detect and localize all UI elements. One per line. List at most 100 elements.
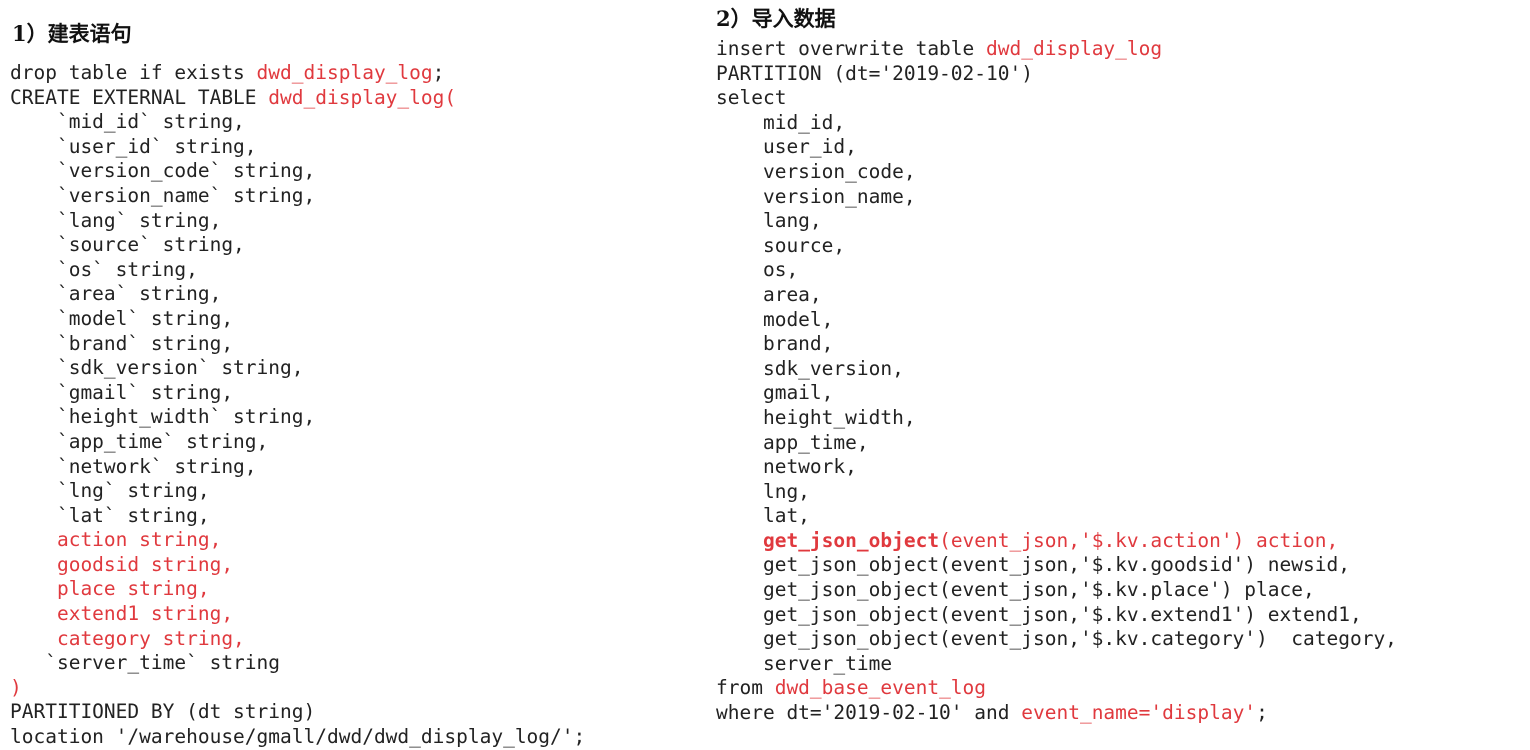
- code-line: where dt='2019-02-10' and event_name='di…: [716, 701, 1397, 726]
- code-token: CREATE EXTERNAL TABLE: [10, 85, 269, 109]
- highlighted-code-token: category string,: [10, 626, 245, 650]
- code-token: `lang` string,: [10, 208, 222, 232]
- highlighted-code-token: place string,: [10, 577, 210, 601]
- code-line: source,: [716, 234, 1397, 259]
- code-token: `lng` string,: [10, 479, 210, 503]
- code-line: extend1 string,: [10, 602, 585, 627]
- code-token: `os` string,: [10, 257, 198, 281]
- highlighted-code-token: dwd_display_log: [986, 37, 1163, 60]
- code-token: `server_time` string: [10, 651, 281, 675]
- highlighted-code-token: (event_json,'$.kv.action') action,: [939, 528, 1339, 552]
- highlighted-code-token: goodsid string,: [10, 552, 234, 576]
- code-line: get_json_object(event_json,'$.kv.extend1…: [716, 603, 1397, 628]
- code-line: `lng` string,: [10, 479, 585, 504]
- insert-data-heading: 2）导入数据: [716, 6, 836, 31]
- create-table-code-block: drop table if exists dwd_display_log; CRE…: [10, 61, 585, 750]
- highlighted-code-token: ): [10, 675, 22, 699]
- code-line: lng,: [716, 480, 1397, 505]
- code-token: `version_code` string,: [10, 159, 316, 183]
- code-token: `area` string,: [10, 282, 222, 306]
- code-token: `lat` string,: [10, 503, 210, 527]
- highlighted-code-token: extend1 string,: [10, 602, 234, 626]
- code-line: get_json_object(event_json,'$.kv.goodsid…: [716, 553, 1397, 578]
- create-table-heading: 1）建表语句: [12, 21, 132, 46]
- highlighted-code-token: dwd_base_event_log: [774, 676, 987, 700]
- code-line: `source` string,: [10, 233, 585, 258]
- code-line: `model` string,: [10, 307, 585, 332]
- code-line: `lat` string,: [10, 504, 585, 529]
- code-line: sdk_version,: [716, 357, 1397, 382]
- code-line: version_code,: [716, 160, 1397, 185]
- code-token: user_id,: [716, 135, 857, 159]
- code-token: PARTITIONED BY (dt string): [10, 700, 316, 724]
- code-line: get_json_object(event_json,'$.kv.categor…: [716, 627, 1397, 652]
- code-token: `mid_id` string,: [10, 110, 245, 134]
- code-line: get_json_object(event_json,'$.kv.place')…: [716, 578, 1397, 603]
- code-token: app_time,: [716, 430, 869, 454]
- highlighted-code-token: dwd_display_log(: [268, 85, 457, 109]
- code-line: drop table if exists dwd_display_log;: [10, 61, 585, 86]
- code-line: `app_time` string,: [10, 430, 585, 455]
- code-token: select: [716, 86, 787, 110]
- code-line: PARTITIONED BY (dt string): [10, 700, 585, 725]
- code-token: os,: [716, 258, 799, 282]
- highlighted-code-token: action string,: [10, 528, 222, 552]
- code-line: `brand` string,: [10, 332, 585, 357]
- code-token: get_json_object(event_json,'$.kv.goodsid…: [716, 553, 1350, 577]
- code-token: PARTITION (dt='2019-02-10'): [716, 61, 1033, 85]
- code-token: get_json_object(event_json,'$.kv.extend1…: [716, 602, 1362, 626]
- code-line: insert overwrite table dwd_display_log: [716, 37, 1397, 62]
- code-token: version_name,: [716, 184, 916, 208]
- code-line: `version_code` string,: [10, 159, 585, 184]
- code-token: brand,: [716, 332, 834, 356]
- code-token: server_time: [716, 651, 893, 675]
- code-line: select: [716, 86, 1397, 111]
- insert-data-code-block: insert overwrite table dwd_display_log PA…: [716, 37, 1397, 726]
- code-token: where dt='2019-02-10' and: [716, 701, 1022, 725]
- code-line: height_width,: [716, 406, 1397, 431]
- code-token: `user_id` string,: [10, 134, 257, 158]
- code-line: ): [10, 676, 585, 701]
- highlighted-code-token: get_json_object: [762, 528, 940, 552]
- code-line: `lang` string,: [10, 209, 585, 234]
- code-token: ;: [1256, 701, 1268, 725]
- code-token: drop table if exists: [10, 61, 257, 84]
- code-line: get_json_object(event_json,'$.kv.action'…: [716, 529, 1397, 554]
- code-line: `gmail` string,: [10, 381, 585, 406]
- code-token: model,: [716, 307, 834, 331]
- code-token: height_width,: [716, 405, 916, 429]
- code-token: mid_id,: [716, 110, 846, 134]
- code-token: insert overwrite table: [716, 37, 987, 60]
- code-line: CREATE EXTERNAL TABLE dwd_display_log(: [10, 86, 585, 111]
- code-token: version_code,: [716, 159, 916, 183]
- code-line: `version_name` string,: [10, 184, 585, 209]
- code-line: area,: [716, 283, 1397, 308]
- code-token: sdk_version,: [716, 356, 904, 380]
- code-token: from: [716, 676, 775, 700]
- code-line: gmail,: [716, 381, 1397, 406]
- code-line: mid_id,: [716, 111, 1397, 136]
- code-line: location '/warehouse/gmall/dwd/dwd_displ…: [10, 725, 585, 750]
- code-token: `height_width` string,: [10, 405, 316, 429]
- code-line: `os` string,: [10, 258, 585, 283]
- code-line: os,: [716, 258, 1397, 283]
- code-token: `brand` string,: [10, 331, 234, 355]
- code-token: lang,: [716, 209, 822, 233]
- code-line: server_time: [716, 652, 1397, 677]
- code-token: `gmail` string,: [10, 380, 234, 404]
- code-line: version_name,: [716, 185, 1397, 210]
- code-token: location '/warehouse/gmall/dwd/dwd_displ…: [10, 725, 586, 749]
- code-token: `sdk_version` string,: [10, 356, 304, 380]
- code-token: `source` string,: [10, 233, 245, 257]
- code-line: `area` string,: [10, 282, 585, 307]
- code-token: `app_time` string,: [10, 429, 269, 453]
- code-line: brand,: [716, 332, 1397, 357]
- code-token: network,: [716, 455, 857, 479]
- highlighted-code-token: event_name='display': [1021, 701, 1257, 725]
- code-token: lng,: [716, 479, 810, 503]
- code-line: from dwd_base_event_log: [716, 676, 1397, 701]
- code-line: `sdk_version` string,: [10, 356, 585, 381]
- code-token: `model` string,: [10, 306, 234, 330]
- code-line: model,: [716, 308, 1397, 333]
